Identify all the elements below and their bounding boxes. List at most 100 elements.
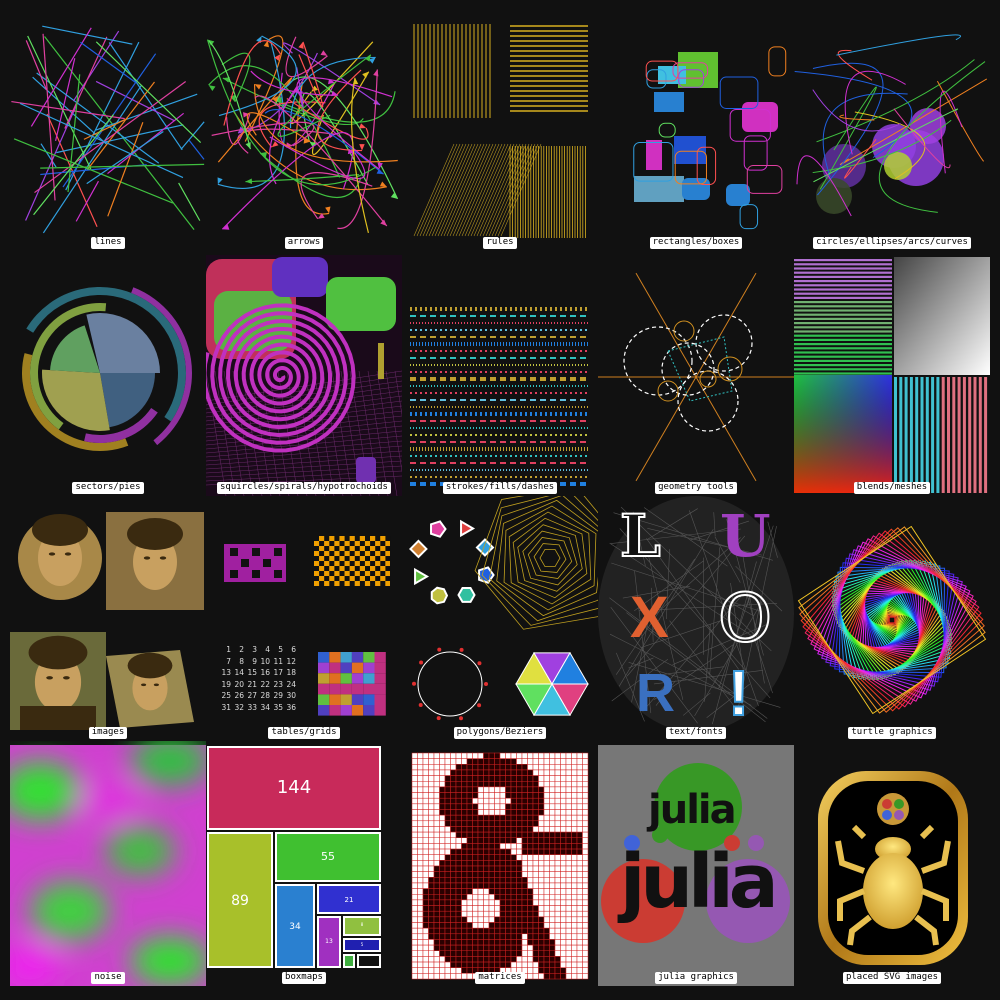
label-polygons: polygons/Beziers xyxy=(453,727,547,739)
boxmap-value-5: 5 xyxy=(360,942,364,947)
label-blends: blends/meshes xyxy=(853,482,931,494)
label-julia: julia graphics xyxy=(655,972,737,984)
tile-noise: noise xyxy=(10,741,206,986)
boxmap-value-89: 89 xyxy=(231,893,249,909)
noise-artwork xyxy=(10,741,206,986)
polygons-artwork xyxy=(409,496,598,721)
label-images: images xyxy=(88,727,128,739)
boxmap-value-144: 144 xyxy=(276,777,312,798)
label-geometry: geometry tools xyxy=(655,482,737,494)
label-circles: circles/ellipses/arcs/curves xyxy=(813,237,971,249)
number-grid-cell: 9 xyxy=(252,656,257,666)
tile-lines: lines xyxy=(10,6,206,251)
number-grid-cell: 10 xyxy=(260,656,270,666)
julia-word-small: julia xyxy=(648,787,737,833)
sectors-artwork xyxy=(21,286,192,451)
geometry-artwork xyxy=(598,272,794,482)
boxmap-value-21: 21 xyxy=(344,896,354,904)
number-grid-cell: 33 xyxy=(247,702,257,712)
number-grid-cell: 6 xyxy=(291,645,296,654)
number-grid-cell: 11 xyxy=(273,656,283,666)
boxmap-value-34: 34 xyxy=(289,922,301,932)
number-grid-cell: 20 xyxy=(234,679,244,689)
number-grid-cell: 30 xyxy=(286,691,296,700)
number-grid-cell: 17 xyxy=(273,668,283,677)
number-grid-cell: 28 xyxy=(260,691,270,700)
tile-julia: julia julia julia graphics xyxy=(598,741,794,986)
number-grid-cell: 31 xyxy=(221,702,231,712)
label-rules: rules xyxy=(483,237,517,249)
number-grid-cell: 23 xyxy=(273,679,283,689)
number-grid-cell: 36 xyxy=(286,702,296,712)
tile-squircles: squircles/spirals/hypotrochoids xyxy=(206,251,402,496)
arrows-artwork xyxy=(206,35,399,234)
boxmap-value-13: 13 xyxy=(325,938,333,945)
tile-circles: circles/ellipses/arcs/curves xyxy=(794,6,990,251)
number-grid-row: 13 14 15 16 17 18 xyxy=(218,667,296,679)
number-grid-cell: 27 xyxy=(247,691,257,700)
tile-text: L U X O R ! text/fonts xyxy=(598,496,794,741)
label-squircles: squircles/spirals/hypotrochoids xyxy=(217,482,391,494)
scarab-image xyxy=(818,771,968,965)
label-svg: placed SVG images xyxy=(842,972,942,984)
tile-tables: 1 2 3 4 5 6 7 8 9 10 11 12 13 14 15 16 17 18 19 20 21 22 23 24 2… xyxy=(206,496,402,741)
boxmap-value-8: 8 xyxy=(360,922,364,927)
tile-rules: rules xyxy=(402,6,598,251)
number-grid-cell: 5 xyxy=(278,645,283,654)
number-grid-cell: 22 xyxy=(260,679,270,689)
number-grid-cell: 26 xyxy=(234,691,244,700)
tile-geometry: geometry tools xyxy=(598,251,794,496)
blends-artwork xyxy=(794,257,990,493)
turtle-artwork xyxy=(797,525,987,715)
tile-rectangles: rectangles/boxes xyxy=(598,6,794,251)
luxor-letter-o: O xyxy=(717,579,773,658)
luxor-letter-x: X xyxy=(630,585,669,650)
label-strokes: strokes/fills/dashes xyxy=(442,482,558,494)
tile-sectors: sectors/pies xyxy=(10,251,206,496)
boxmap-value-55: 55 xyxy=(321,850,335,863)
number-grid-cell: 2 xyxy=(239,645,244,654)
images-artwork xyxy=(10,512,204,730)
number-grid-cell: 19 xyxy=(221,679,231,689)
luxor-letter-bang: ! xyxy=(727,656,750,730)
tile-svg: placed SVG images xyxy=(794,741,990,986)
label-arrows: arrows xyxy=(284,237,324,249)
label-rectangles: rectangles/boxes xyxy=(649,237,743,249)
julia-word-large: julia xyxy=(620,839,779,925)
lines-artwork xyxy=(11,25,205,234)
label-matrices: matrices xyxy=(475,972,525,984)
label-turtle: turtle graphics xyxy=(848,727,936,739)
number-grid-row: 25 26 27 28 29 30 xyxy=(218,690,296,702)
matrices-artwork xyxy=(411,752,589,980)
label-text: text/fonts xyxy=(665,727,727,739)
number-grid-cell: 3 xyxy=(252,645,257,654)
tile-strokes: strokes/fills/dashes xyxy=(402,251,598,496)
number-grid-cell: 24 xyxy=(286,679,296,689)
number-grid-cell: 1 xyxy=(226,645,231,654)
number-grid-cell: 25 xyxy=(221,691,231,700)
number-grid-cell: 4 xyxy=(265,645,270,654)
number-grid-row: 7 8 9 10 11 12 xyxy=(218,656,296,668)
number-grid-row: 19 20 21 22 23 24 xyxy=(218,679,296,691)
number-grid-cell: 29 xyxy=(273,691,283,700)
tile-turtle: turtle graphics xyxy=(794,496,990,741)
number-grid-cell: 18 xyxy=(286,668,296,677)
circles-artwork xyxy=(794,34,988,217)
tile-blends: blends/meshes xyxy=(794,251,990,496)
number-grid-cell: 13 xyxy=(221,668,231,677)
tile-matrices: matrices xyxy=(402,741,598,986)
number-grid-cell: 7 xyxy=(226,656,231,666)
label-sectors: sectors/pies xyxy=(72,482,144,494)
tile-images: images xyxy=(10,496,206,741)
rules-artwork xyxy=(413,24,588,238)
strokes-artwork xyxy=(410,307,588,486)
number-grid-cell: 14 xyxy=(234,668,244,677)
number-grid-cell: 16 xyxy=(260,668,270,677)
luxor-letter-u: U xyxy=(720,502,771,570)
number-grid-cell: 35 xyxy=(273,702,283,712)
number-grid-cell: 15 xyxy=(247,668,257,677)
label-boxmaps: boxmaps xyxy=(282,972,326,984)
tile-arrows: arrows xyxy=(206,6,402,251)
label-tables: tables/grids xyxy=(268,727,340,739)
number-grid-row: 123456 xyxy=(218,644,296,656)
